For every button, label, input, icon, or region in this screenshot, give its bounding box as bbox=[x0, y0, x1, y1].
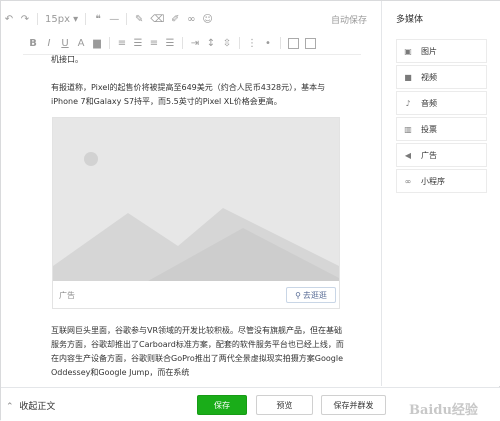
sidebar-item-ad[interactable]: ◀ 广告 bbox=[396, 143, 487, 167]
sidebar-item-label: 图片 bbox=[421, 46, 437, 56]
sidebar-item-label: 音频 bbox=[421, 98, 437, 108]
goto-shop-button[interactable]: ⚲ 去逛逛 bbox=[286, 287, 336, 303]
toolbar-row-1: ↶ ↷ 15px ▾ ❝ — ✎ ⌫ ✐ ∞ ☺ bbox=[1, 7, 381, 31]
editor-pane: ↶ ↷ 15px ▾ ❝ — ✎ ⌫ ✐ ∞ ☺ 自动保存 B I U A ▆ … bbox=[1, 1, 382, 386]
megaphone-icon: ◀ bbox=[404, 150, 412, 160]
toolbar-divider bbox=[182, 37, 183, 49]
align-left-icon[interactable]: ≡ bbox=[114, 34, 130, 52]
underline-button[interactable]: U bbox=[57, 34, 73, 52]
microphone-icon: ♪ bbox=[405, 98, 411, 108]
toolbar-divider bbox=[126, 13, 128, 25]
sidebar-item-miniprogram[interactable]: ∞ 小程序 bbox=[396, 169, 487, 193]
undo-icon[interactable]: ↶ bbox=[1, 10, 17, 28]
justify-icon[interactable]: ☰ bbox=[162, 34, 178, 52]
toolbar-divider bbox=[37, 13, 38, 25]
sidebar-item-label: 小程序 bbox=[421, 176, 445, 186]
collapse-body-toggle[interactable]: ⌃ 收起正文 bbox=[6, 399, 55, 412]
clear-format-icon[interactable]: ⌫ bbox=[147, 10, 167, 28]
link-icon: ⚲ bbox=[295, 290, 301, 300]
preview-button[interactable]: 预览 bbox=[256, 395, 313, 415]
sidebar-item-poll[interactable]: ▥ 投票 bbox=[396, 117, 487, 141]
poll-icon: ▥ bbox=[404, 124, 412, 134]
toolbar-row-2: B I U A ▆ ≡ ☰ ≡ ☰ ⇥ ↕ ⇳ ⋮ • bbox=[1, 31, 381, 55]
sidebar-item-video[interactable]: ■ 视频 bbox=[396, 65, 487, 89]
ad-caption: 广告 bbox=[59, 291, 75, 300]
sidebar-item-audio[interactable]: ♪ 音频 bbox=[396, 91, 487, 115]
sidebar-item-label: 广告 bbox=[421, 150, 437, 160]
video-icon: ■ bbox=[404, 72, 412, 82]
chevron-up-icon: ⌃ bbox=[6, 402, 14, 412]
sidebar-item-label: 投票 bbox=[421, 124, 437, 134]
watermark: Baidu经验 bbox=[409, 403, 478, 418]
paragraph-pixel-price[interactable]: 有报道称，Pixel的起售价将被提高至649美元（约合人民币4328元），基本与… bbox=[51, 81, 347, 109]
indent-icon[interactable]: ⇥ bbox=[187, 34, 203, 52]
font-color-button[interactable]: A bbox=[73, 34, 89, 52]
format-brush-icon[interactable]: ✎ bbox=[131, 10, 147, 28]
ad-card[interactable]: 广告 ⚲ 去逛逛 bbox=[52, 117, 340, 309]
emoji-icon[interactable]: ☺ bbox=[199, 10, 215, 28]
align-right-icon[interactable]: ≡ bbox=[146, 34, 162, 52]
font-size-select[interactable]: 15px ▾ bbox=[42, 10, 81, 28]
align-center-icon[interactable]: ☰ bbox=[130, 34, 146, 52]
sidebar-item-label: 视频 bbox=[421, 72, 437, 82]
sidebar-title: 多媒体 bbox=[396, 15, 424, 25]
collapse-label: 收起正文 bbox=[19, 402, 56, 412]
image-placeholder bbox=[53, 118, 339, 281]
background-color-icon[interactable]: ▆ bbox=[89, 34, 105, 52]
fullscreen-icon[interactable] bbox=[302, 34, 319, 52]
save-and-publish-button[interactable]: 保存并群发 bbox=[321, 395, 386, 415]
unordered-list-icon[interactable]: • bbox=[260, 34, 276, 52]
lead-fragment[interactable]: 机接口。 bbox=[51, 53, 347, 67]
redo-icon[interactable]: ↷ bbox=[17, 10, 33, 28]
line-height-icon[interactable]: ↕ bbox=[203, 34, 219, 52]
bold-button[interactable]: B bbox=[25, 34, 41, 52]
font-size-value: 15px bbox=[45, 13, 70, 25]
link-icon[interactable]: ∞ bbox=[183, 10, 199, 28]
mountain-placeholder-icon bbox=[53, 118, 339, 281]
toolbar-divider bbox=[239, 37, 240, 49]
sidebar-item-image[interactable]: ▣ 图片 bbox=[396, 39, 487, 63]
image-icon: ▣ bbox=[404, 46, 412, 56]
toolbar-divider bbox=[85, 13, 87, 25]
toolbar-divider bbox=[280, 37, 281, 49]
spacing-icon[interactable]: ⇳ bbox=[219, 34, 235, 52]
quote-icon[interactable]: ❝ bbox=[90, 10, 106, 28]
ordered-list-icon[interactable]: ⋮ bbox=[244, 34, 260, 52]
pen-icon[interactable]: ✐ bbox=[167, 10, 183, 28]
autosave-label: 自动保存 bbox=[330, 16, 367, 26]
toolbar-divider bbox=[109, 37, 110, 49]
italic-button[interactable]: I bbox=[41, 34, 57, 52]
table-icon[interactable] bbox=[285, 34, 302, 52]
link-icon: ∞ bbox=[404, 176, 412, 186]
editor-window: ↶ ↷ 15px ▾ ❝ — ✎ ⌫ ✐ ∞ ☺ 自动保存 B I U A ▆ … bbox=[0, 0, 500, 421]
horizontal-rule-icon[interactable]: — bbox=[106, 10, 122, 28]
save-button[interactable]: 保存 bbox=[197, 395, 247, 415]
media-sidebar: 多媒体 ▣ 图片 ■ 视频 ♪ 音频 ▥ 投票 ◀ 广告 ∞ 小程序 bbox=[383, 1, 500, 386]
paragraph-google-vr[interactable]: 互联网巨头里面，谷歌参与VR领域的开发比较积极。尽管没有旗舰产品，但在基础服务方… bbox=[51, 324, 347, 380]
goto-shop-label: 去逛逛 bbox=[302, 290, 327, 300]
